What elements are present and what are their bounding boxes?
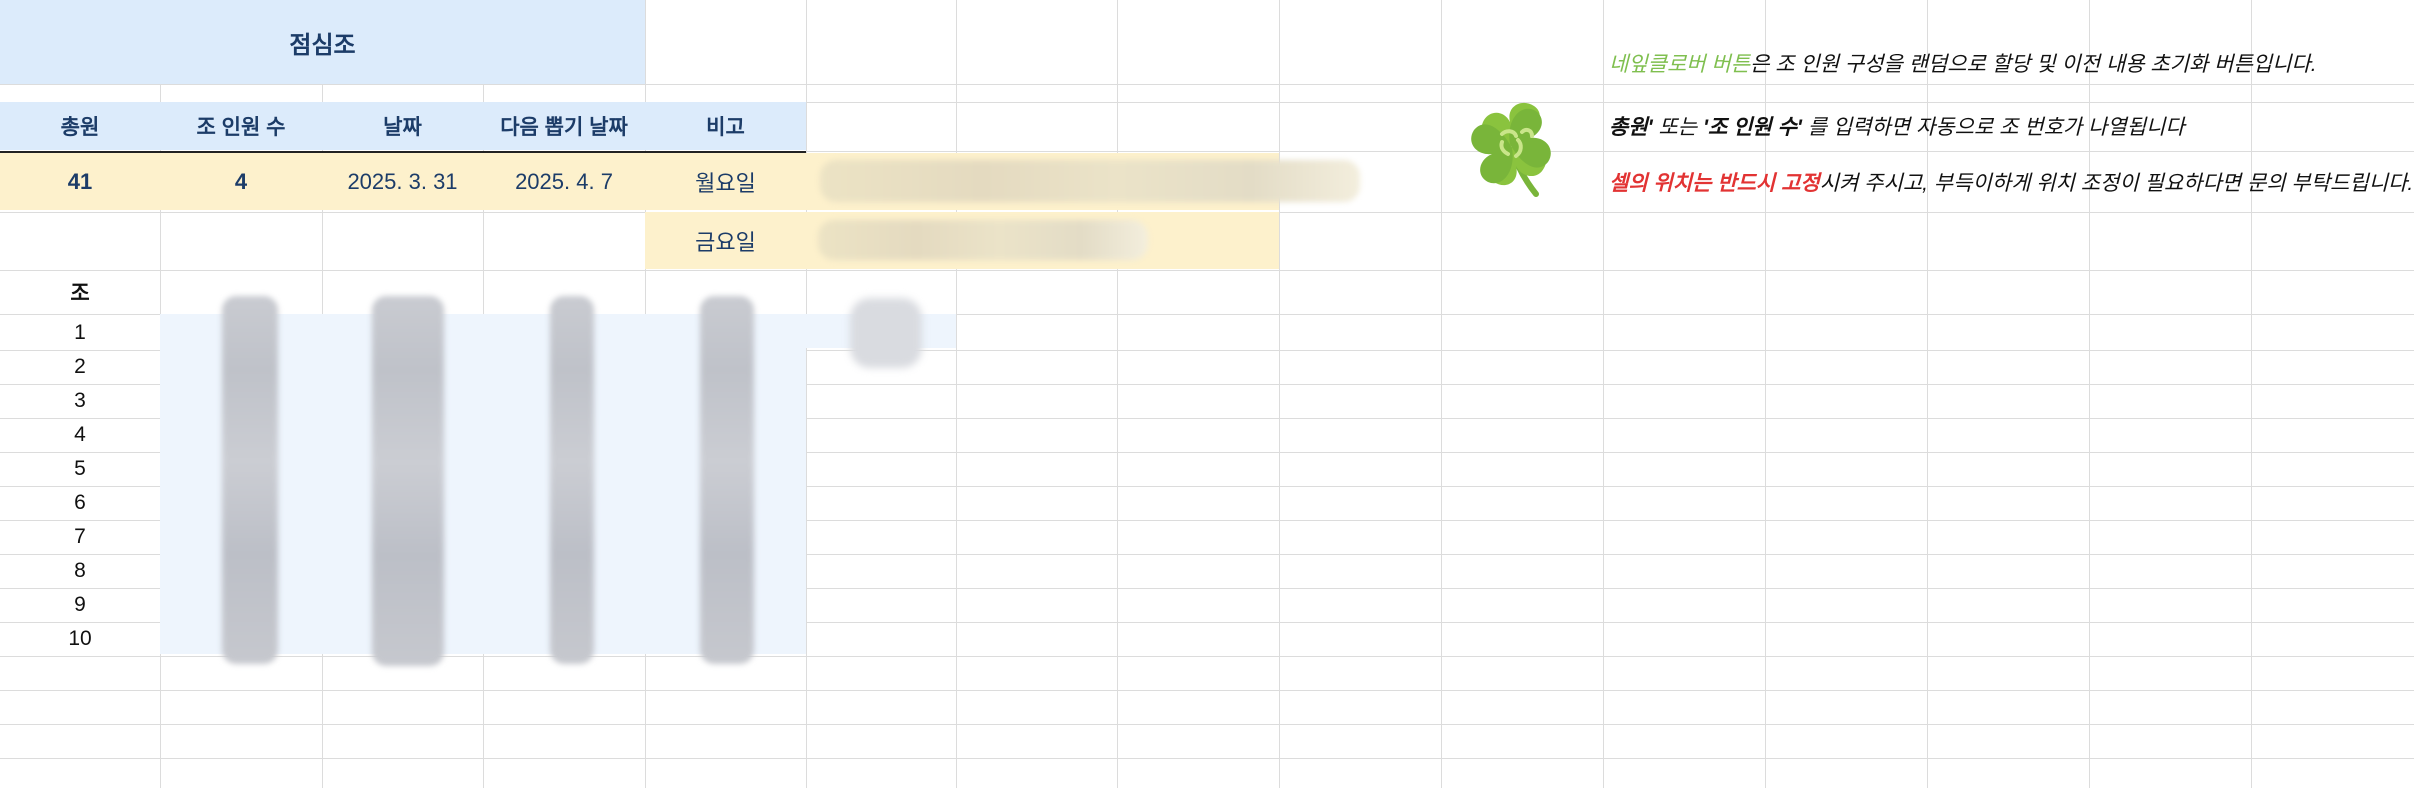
group-number-8[interactable]: 8 [0,554,160,588]
group-number-6[interactable]: 6 [0,486,160,520]
grid-row-line [0,656,2414,657]
header-note[interactable]: 비고 [645,102,806,150]
group-size-value[interactable]: 4 [160,153,322,210]
instruction-line-1-text: 은 조 인원 구성을 랜덤으로 할당 및 이전 내용 초기화 버튼입니다. [1750,53,2317,76]
next-date-value[interactable]: 2025. 4. 7 [483,153,645,210]
note-friday[interactable]: 금요일 [645,212,806,269]
instruction-total-label: 총원' [1609,116,1653,139]
grid-row-line [0,84,2414,85]
instruction-or: 또는 [1652,116,1703,139]
header-date[interactable]: 날짜 [322,102,483,150]
grid-column-line [1603,0,1604,788]
grid-row-line [0,758,2414,759]
instruction-line-1: 네잎클로버 버튼은 조 인원 구성을 랜덤으로 할당 및 이전 내용 초기화 버… [1609,48,2317,78]
date-value[interactable]: 2025. 3. 31 [322,153,483,210]
grid-column-line [806,0,807,788]
grid-row-line [0,690,2414,691]
header-group-size[interactable]: 조 인원 수 [160,102,322,150]
redacted-extra-member [850,298,922,368]
group-number-4[interactable]: 4 [0,418,160,452]
grid-row-line [0,724,2414,725]
grid-column-line [1441,0,1442,788]
grid-column-line [1117,0,1118,788]
group-number-2[interactable]: 2 [0,350,160,384]
group-number-1[interactable]: 1 [0,316,160,350]
group-number-7[interactable]: 7 [0,520,160,554]
clover-random-button[interactable] [1466,96,1558,200]
note-monday[interactable]: 월요일 [645,153,806,210]
total-value[interactable]: 41 [0,153,160,210]
instruction-line-3: 셀의 위치는 반드시 고정시켜 주시고, 부득이하게 위치 조정이 필요하다면 … [1609,167,2413,197]
redacted-friday-detail [818,220,1148,260]
group-number-3[interactable]: 3 [0,384,160,418]
redacted-monday-detail [820,160,1360,202]
instruction-line-3-text: 시켜 주시고, 부득이하게 위치 조정이 필요하다면 문의 부탁드립니다. [1819,172,2414,195]
group-number-9[interactable]: 9 [0,588,160,622]
four-leaf-clover-icon [1471,102,1551,197]
instruction-group-size-label: '조 인원 수' [1702,116,1802,139]
group-column-label[interactable]: 조 [0,270,160,314]
redacted-members-col-3 [550,296,594,664]
header-total[interactable]: 총원 [0,102,160,150]
instruction-line-2: 총원' 또는 '조 인원 수' 를 입력하면 자동으로 조 번호가 나열됩니다 [1609,111,2185,141]
grid-column-line [1279,0,1280,788]
redacted-members-col-1 [222,296,278,664]
instruction-line-2-text: 를 입력하면 자동으로 조 번호가 나열됩니다 [1801,116,2185,139]
instruction-clover-highlight: 네잎클로버 버튼 [1609,53,1751,76]
grid-column-line [956,0,957,788]
grid-row-line [0,270,2414,271]
sheet-title[interactable]: 점심조 [0,0,645,84]
header-next-date[interactable]: 다음 뽑기 날짜 [483,102,645,150]
grid-column-line [2251,0,2252,788]
group-number-5[interactable]: 5 [0,452,160,486]
instruction-warning: 셀의 위치는 반드시 고정 [1609,172,1820,195]
redacted-members-col-2 [372,296,444,666]
redacted-members-col-4 [700,296,754,664]
group-number-10[interactable]: 10 [0,622,160,656]
